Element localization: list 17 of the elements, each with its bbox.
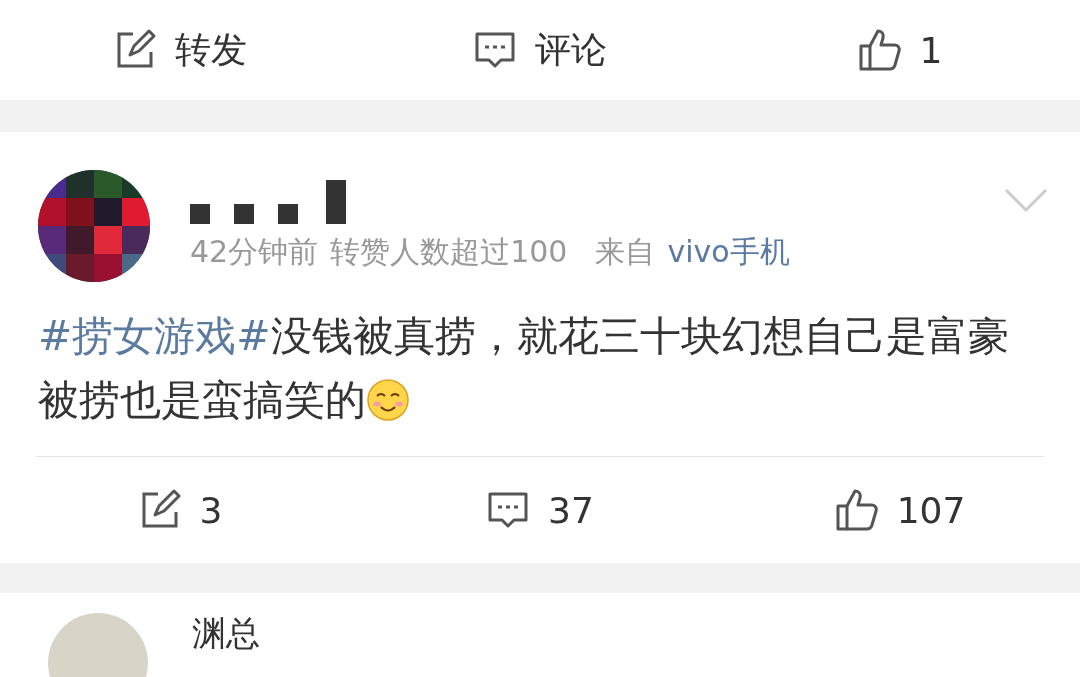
popularity-label: 转赞人数超过100 [330,232,568,271]
hashtag-link[interactable]: #捞女游戏# [38,312,271,360]
like-button[interactable]: 107 [720,457,1080,563]
author-name: 渊总 [192,613,260,655]
thumbs-up-icon [834,488,879,532]
comment-button[interactable]: 37 [360,457,720,563]
source-link[interactable]: vivo手机 [667,231,790,273]
thumbs-up-icon [857,28,902,72]
like-button[interactable]: 1 [720,0,1080,100]
comment-button[interactable]: 评论 [360,0,720,100]
source-prefix: 来自 [595,232,656,271]
post-text: #捞女游戏#没钱被真捞，就花三十块幻想自己是富豪被捞也是蛮搞笑的 [37,311,1010,426]
post-time: 42分钟前 [190,232,319,271]
chevron-down-icon[interactable] [1004,188,1048,214]
repost-button[interactable]: 转发 [0,0,360,100]
repost-button[interactable]: 3 [0,457,360,563]
smiley-icon [366,378,410,422]
